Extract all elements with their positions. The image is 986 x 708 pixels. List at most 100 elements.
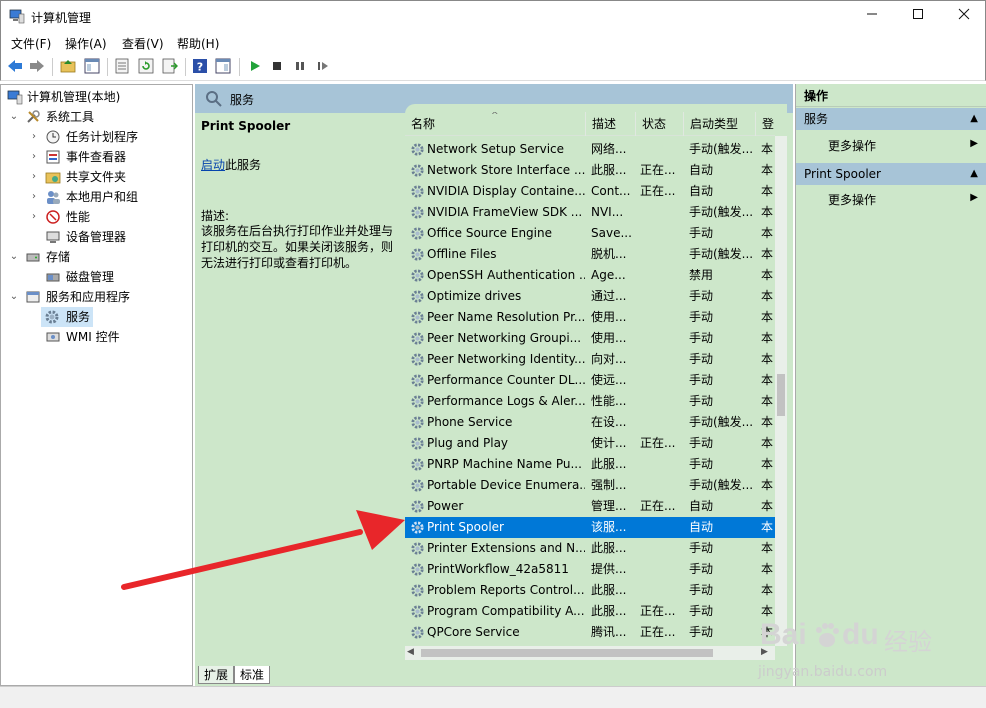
minimize-button[interactable] bbox=[849, 1, 895, 31]
restart-service-icon[interactable] bbox=[314, 57, 332, 75]
collapse-up-icon[interactable]: ▲ bbox=[970, 163, 978, 185]
more-actions-print-spooler[interactable]: 更多操作 bbox=[828, 191, 876, 208]
watermark-cn: 经验 bbox=[884, 628, 932, 656]
refresh-icon[interactable] bbox=[137, 57, 155, 75]
collapse-up-icon[interactable]: ▲ bbox=[970, 108, 978, 130]
cell-name: Performance Logs & Aler... bbox=[427, 394, 585, 408]
up-folder-icon[interactable] bbox=[59, 57, 77, 75]
column-header-row: 名称 ^ 描述 状态 启动类型 登 bbox=[405, 112, 775, 136]
vertical-scrollbar[interactable] bbox=[775, 136, 787, 646]
close-button[interactable] bbox=[941, 1, 986, 31]
horizontal-scroll-thumb[interactable] bbox=[421, 649, 713, 657]
chevron-down-icon[interactable]: ⌄ bbox=[9, 247, 19, 267]
show-hide-tree-icon[interactable] bbox=[83, 57, 101, 75]
actions-group-print-spooler[interactable]: Print Spooler ▲ bbox=[796, 163, 986, 185]
chevron-down-icon[interactable]: ⌄ bbox=[9, 107, 19, 127]
actions-pane: 操作 服务 ▲ 更多操作 ▶ Print Spooler ▲ 更多操作 ▶ bbox=[795, 84, 986, 686]
minimize-icon bbox=[867, 13, 877, 15]
tab-extended[interactable]: 扩展 bbox=[198, 666, 235, 684]
cell-name: PrintWorkflow_42a5811 bbox=[427, 562, 569, 576]
menu-file[interactable]: 文件(F) bbox=[11, 35, 51, 52]
table-row[interactable]: Offline Files 脱机... 手动(触发... 本 bbox=[405, 244, 775, 265]
column-status[interactable]: 状态 bbox=[636, 112, 684, 136]
cell-startup-type: 手动 bbox=[689, 562, 714, 576]
table-row-selected[interactable]: Print Spooler 该服... 自动 本 bbox=[405, 517, 775, 538]
table-row[interactable]: Performance Logs & Aler... 性能... 手动 本 bbox=[405, 391, 775, 412]
more-actions-print-spooler-label: 更多操作 bbox=[828, 193, 877, 207]
table-row[interactable]: Peer Networking Identity... 向对... 手动 本 bbox=[405, 349, 775, 370]
table-row[interactable]: QPCore Service 腾讯... 正在... 手动本 bbox=[405, 622, 775, 643]
table-row[interactable]: NVIDIA FrameView SDK ... NVI... 手动(触发... 本 bbox=[405, 202, 775, 223]
chevron-right-icon[interactable]: › bbox=[29, 207, 39, 227]
chevron-right-icon[interactable]: › bbox=[29, 167, 39, 187]
table-row[interactable]: Optimize drives 通过... 手动 本 bbox=[405, 286, 775, 307]
services-panel: 服务 Print Spooler 启动此服务 描述: 该服务在后台执行打印作业并… bbox=[195, 84, 793, 686]
table-row[interactable]: Peer Name Resolution Pr... 使用... 手动 本 bbox=[405, 307, 775, 328]
cell-name: Problem Reports Control... bbox=[427, 583, 585, 597]
chevron-right-icon[interactable]: › bbox=[29, 187, 39, 207]
service-gear-icon bbox=[411, 500, 424, 513]
start-service-link[interactable]: 启动 bbox=[201, 158, 225, 172]
cell-description: 此服... bbox=[591, 457, 627, 471]
chevron-right-icon[interactable]: › bbox=[29, 147, 39, 167]
table-row[interactable]: Problem Reports Control... 此服... 手动 本 bbox=[405, 580, 775, 601]
tree-services[interactable]: 服务 bbox=[41, 307, 93, 327]
table-row[interactable]: Phone Service 在设... 手动(触发... 本 bbox=[405, 412, 775, 433]
tab-standard[interactable]: 标准 bbox=[234, 666, 271, 684]
chevron-down-icon[interactable]: ⌄ bbox=[9, 287, 19, 307]
cell-name: Portable Device Enumera... bbox=[427, 478, 585, 492]
table-row[interactable]: Network Store Interface ... 此服... 正在... 自动 本 bbox=[405, 160, 775, 181]
table-row[interactable]: Power 管理... 正在... 自动 本 bbox=[405, 496, 775, 517]
table-row[interactable]: Peer Networking Groupi... 使用... 手动 本 bbox=[405, 328, 775, 349]
table-row[interactable]: Network Setup Service 网络... 手动(触发... 本 bbox=[405, 139, 775, 160]
cell-startup-type: 手动 bbox=[689, 289, 714, 303]
back-arrow-icon[interactable] bbox=[6, 57, 24, 75]
actions-group-services[interactable]: 服务 ▲ bbox=[796, 108, 986, 130]
column-name[interactable]: 名称 ^ bbox=[405, 112, 586, 136]
table-row[interactable]: Program Compatibility A... 此服... 正在... 手动本 bbox=[405, 601, 775, 622]
watermark-url: jingyan.baidu.com bbox=[758, 664, 888, 680]
help-icon[interactable]: ? bbox=[191, 57, 209, 75]
more-actions-services[interactable]: 更多操作 bbox=[828, 137, 876, 154]
chevron-right-icon[interactable]: › bbox=[29, 127, 39, 147]
maximize-button[interactable] bbox=[895, 1, 941, 31]
table-row[interactable]: Plug and Play 使计... 正在... 手动 本 bbox=[405, 433, 775, 454]
service-gear-icon bbox=[411, 164, 424, 177]
table-row[interactable]: PNRP Machine Name Pu... 此服... 手动 本 bbox=[405, 454, 775, 475]
title-bar: 计算机管理 bbox=[0, 0, 986, 31]
stop-service-icon[interactable] bbox=[268, 57, 286, 75]
table-row[interactable]: Printer Extensions and N... 此服... 手动 本 bbox=[405, 538, 775, 559]
forward-arrow-icon[interactable] bbox=[28, 57, 46, 75]
tree-local-users-label: 本地用户和组 bbox=[66, 190, 139, 204]
start-service-icon[interactable] bbox=[246, 57, 264, 75]
table-row[interactable]: Portable Device Enumera... 强制... 手动(触发... 本 bbox=[405, 475, 775, 496]
menu-view[interactable]: 查看(V) bbox=[122, 35, 164, 52]
table-row[interactable]: NVIDIA Display Containe... Cont... 正在... 自动… bbox=[405, 181, 775, 202]
table-row[interactable]: OpenSSH Authentication ... Age... 禁用 本 bbox=[405, 265, 775, 286]
start-service-suffix: 此服务 bbox=[225, 158, 262, 172]
table-row[interactable]: Performance Counter DL... 使远... 手动 本 bbox=[405, 370, 775, 391]
cell-startup-type: 自动 bbox=[689, 184, 714, 198]
column-logon[interactable]: 登 bbox=[756, 112, 775, 136]
computer-management-icon bbox=[7, 90, 23, 105]
cell-name: Optimize drives bbox=[427, 289, 522, 303]
horizontal-scrollbar[interactable]: ◀ ▶ bbox=[405, 646, 775, 660]
scroll-left-icon[interactable]: ◀ bbox=[407, 647, 414, 657]
menu-help[interactable]: 帮助(H) bbox=[177, 35, 219, 52]
pause-service-icon[interactable] bbox=[291, 57, 309, 75]
show-action-pane-icon[interactable] bbox=[214, 57, 232, 75]
menu-action[interactable]: 操作(A) bbox=[65, 35, 107, 52]
vertical-scroll-thumb[interactable] bbox=[777, 374, 785, 416]
cell-status: 正在... bbox=[640, 604, 676, 618]
column-startup-type[interactable]: 启动类型 bbox=[684, 112, 756, 136]
column-description[interactable]: 描述 bbox=[586, 112, 636, 136]
properties-icon[interactable] bbox=[113, 57, 131, 75]
cell-logon: 本 bbox=[761, 373, 774, 387]
cell-startup-type: 手动(触发... bbox=[689, 415, 754, 429]
cell-status: 正在... bbox=[640, 163, 676, 177]
table-row[interactable]: Office Source Engine Save... 手动 本 bbox=[405, 223, 775, 244]
shared-folder-icon bbox=[45, 172, 61, 184]
tree-system-tools-label: 系统工具 bbox=[46, 110, 95, 124]
export-list-icon[interactable] bbox=[161, 57, 179, 75]
table-row[interactable]: PrintWorkflow_42a5811 提供... 手动 本 bbox=[405, 559, 775, 580]
